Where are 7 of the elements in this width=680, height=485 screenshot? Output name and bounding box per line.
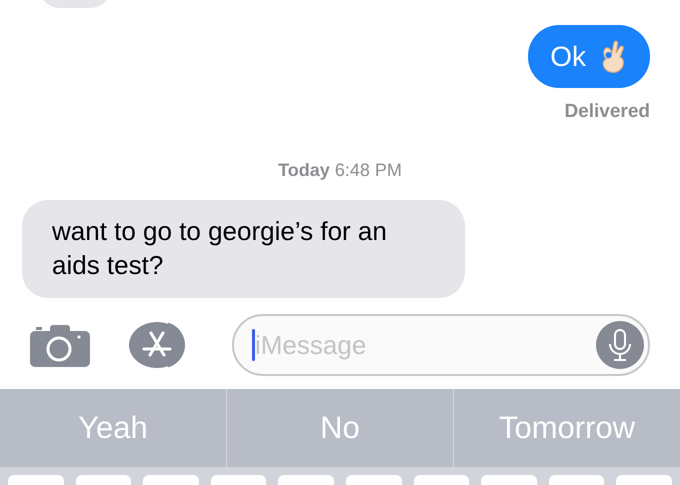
suggestion-button[interactable]: Yeah: [0, 389, 226, 467]
timestamp: Today 6:48 PM: [278, 158, 402, 182]
message-bubble: Ok: [528, 25, 650, 88]
microphone-icon[interactable]: [596, 321, 644, 369]
message-bubble: want to go to georgie’s for an aids test?: [22, 200, 465, 298]
delivery-status: Delivered: [564, 100, 650, 124]
camera-icon[interactable]: [30, 323, 90, 367]
